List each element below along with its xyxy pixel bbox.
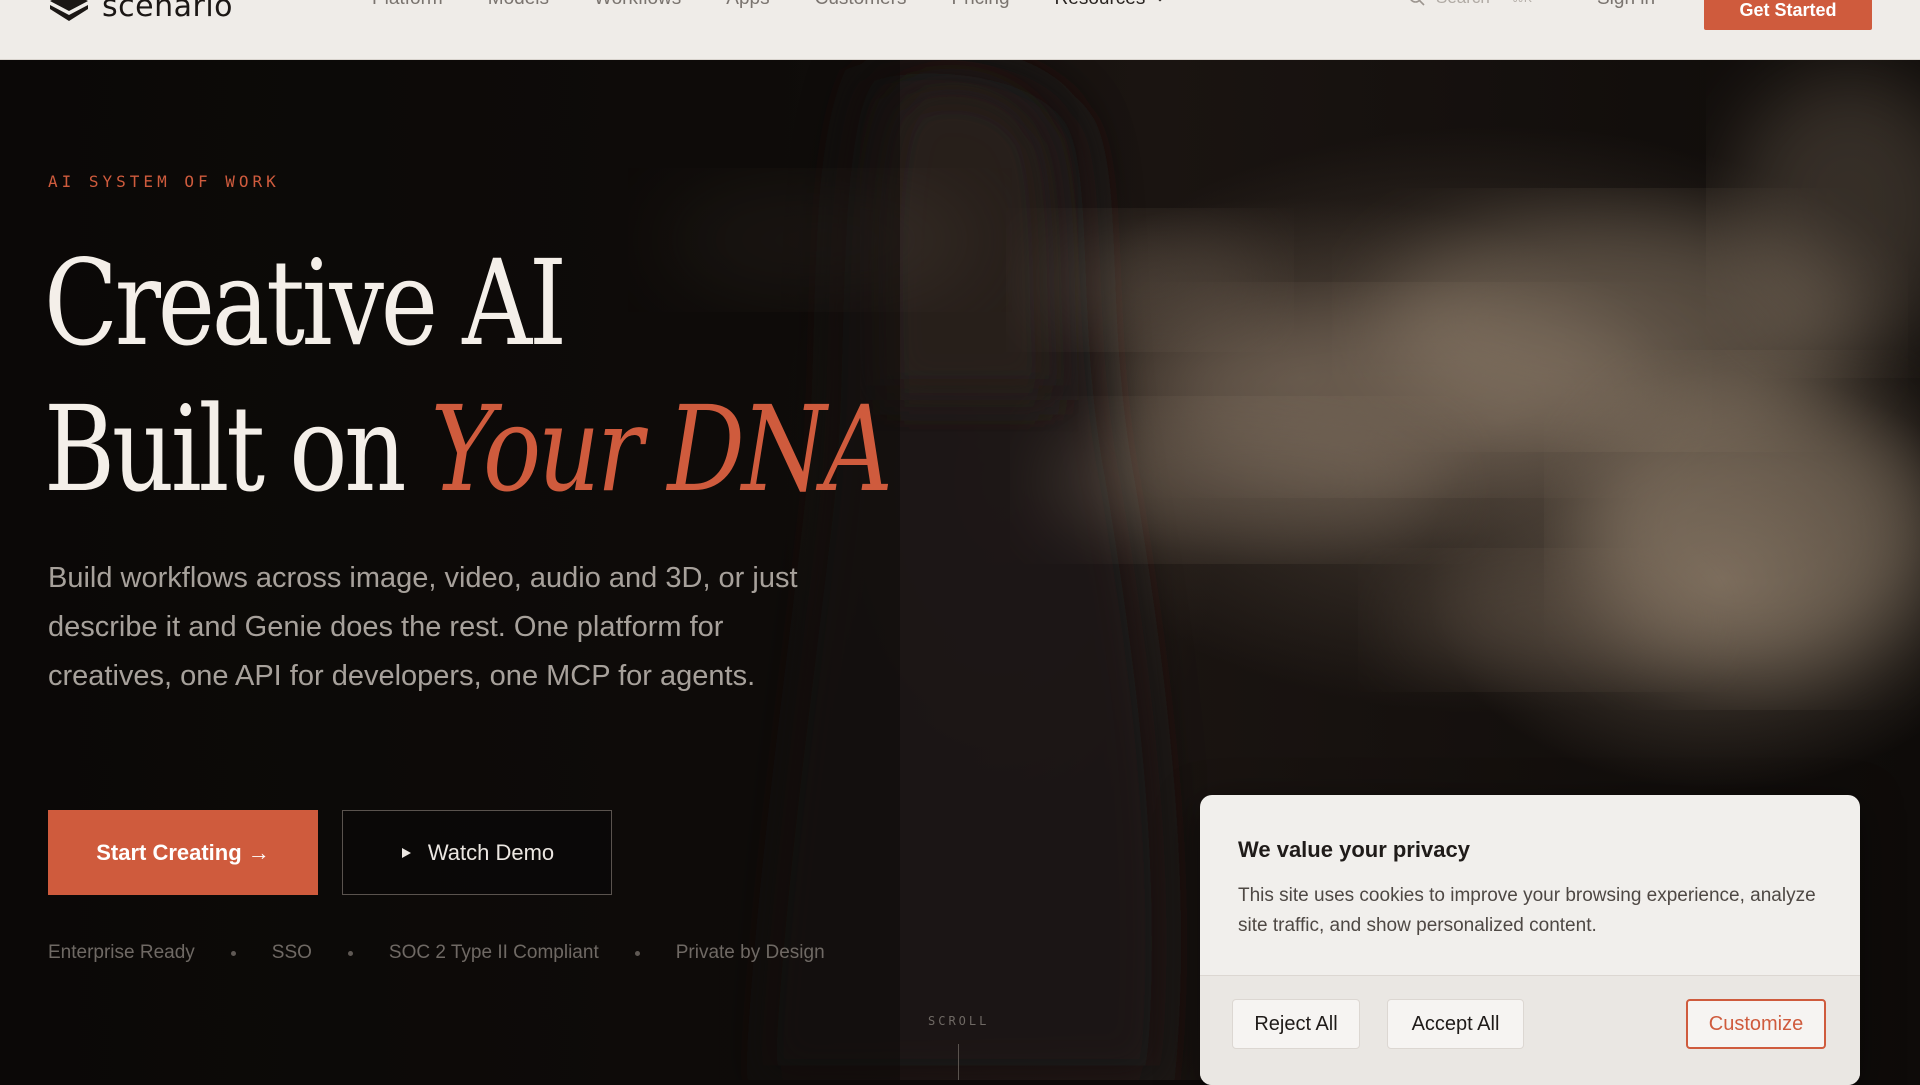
badge-enterprise: Enterprise Ready <box>48 942 195 963</box>
start-creating-button[interactable]: Start Creating → <box>48 810 318 895</box>
nav-link-apps[interactable]: Apps <box>726 0 769 10</box>
trust-badges: Enterprise Ready SSO SOC 2 Type II Compl… <box>48 942 825 964</box>
search-icon <box>1410 0 1425 6</box>
scroll-indicator-label: SCROLL <box>928 1014 990 1028</box>
hero-headline: Creative AI Built on Your DNA <box>44 230 893 522</box>
headline-line-1: Creative AI <box>44 234 567 372</box>
customize-button[interactable]: Customize <box>1686 999 1826 1049</box>
scroll-indicator-line <box>958 1044 959 1080</box>
brand-name: scenario <box>102 0 234 24</box>
badge-private: Private by Design <box>675 942 825 963</box>
nav-link-pricing[interactable]: Pricing <box>951 0 1009 10</box>
nav-link-platform[interactable]: Platform <box>372 0 443 10</box>
reject-all-button[interactable]: Reject All <box>1232 999 1360 1049</box>
primary-nav: Platform Models Workflows Apps Customers… <box>372 0 1165 10</box>
get-started-button[interactable]: Get Started <box>1704 0 1872 30</box>
watch-demo-label: Watch Demo <box>427 839 555 865</box>
nav-link-customers[interactable]: Customers <box>815 0 907 10</box>
cookie-actions: Reject All Accept All Customize <box>1200 976 1860 1085</box>
accept-all-button[interactable]: Accept All <box>1387 999 1524 1049</box>
cookie-description: This site uses cookies to improve your b… <box>1238 885 1816 936</box>
nav-link-workflows[interactable]: Workflows <box>594 0 681 10</box>
headline-line-2: Built on Your DNA <box>44 376 893 522</box>
sign-in-link[interactable]: Sign in <box>1597 0 1655 10</box>
separator-dot <box>347 950 353 956</box>
top-nav: scenario Platform Models Workflows Apps … <box>0 0 1920 60</box>
cookie-consent-dialog: We value your privacy This site uses coo… <box>1200 795 1860 1085</box>
separator-dot <box>634 950 640 956</box>
play-icon <box>401 847 411 858</box>
cookie-title: We value your privacy <box>1238 837 1470 862</box>
headline-accent: Your DNA <box>430 380 893 518</box>
scenario-logo-icon <box>50 0 88 21</box>
hero-eyebrow: AI SYSTEM OF WORK <box>48 172 280 191</box>
nav-link-resources[interactable]: Resources <box>1055 0 1166 10</box>
badge-sso: SSO <box>271 942 312 963</box>
separator-dot <box>230 950 236 956</box>
search-input[interactable]: Search ⌘K <box>1408 0 1532 8</box>
watch-demo-button[interactable]: Watch Demo <box>342 810 612 895</box>
search-shortcut: ⌘K <box>1512 0 1532 5</box>
brand-logo[interactable]: scenario <box>48 0 233 26</box>
headline-plain: Built on <box>44 380 431 518</box>
chevron-down-icon <box>1158 0 1162 2</box>
hero-subtitle: Build workflows across image, video, aud… <box>48 562 798 692</box>
nav-link-models[interactable]: Models <box>488 0 549 10</box>
badge-soc2: SOC 2 Type II Compliant <box>388 942 599 963</box>
nav-link-resources-label: Resources <box>1055 0 1146 10</box>
search-placeholder: Search <box>1436 0 1490 8</box>
